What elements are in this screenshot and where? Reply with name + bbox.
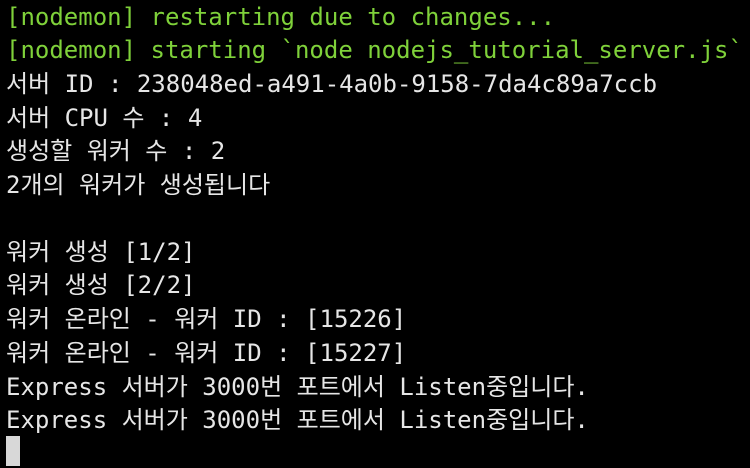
terminal-line-express-listen-1: Express 서버가 3000번 포트에서 Listen중입니다. [6, 373, 589, 401]
terminal-cursor[interactable] [6, 436, 20, 466]
terminal-line-server-id: 서버 ID : 238048ed-a491-4a0b-9158-7da4c89a… [6, 70, 658, 98]
terminal-line-worker-online-1: 워커 온라인 - 워커 ID : [15226] [6, 305, 407, 333]
terminal-line-nodemon-start: [nodemon] starting `node nodejs_tutorial… [6, 36, 743, 64]
terminal-line-cpu-count: 서버 CPU 수 : 4 [6, 104, 203, 132]
terminal-line-worker-create-1: 워커 생성 [1/2] [6, 238, 196, 266]
terminal-line-workers-created: 2개의 워커가 생성됩니다 [6, 171, 271, 199]
terminal-line-worker-online-2: 워커 온라인 - 워커 ID : [15227] [6, 339, 407, 367]
terminal-line-worker-count: 생성할 워커 수 : 2 [6, 137, 226, 165]
terminal-line-nodemon-restart: [nodemon] restarting due to changes... [6, 3, 556, 31]
terminal-window[interactable]: [nodemon] restarting due to changes... [… [0, 0, 750, 468]
terminal-line-express-listen-2: Express 서버가 3000번 포트에서 Listen중입니다. [6, 406, 589, 434]
terminal-line-worker-create-2: 워커 생성 [2/2] [6, 271, 196, 299]
